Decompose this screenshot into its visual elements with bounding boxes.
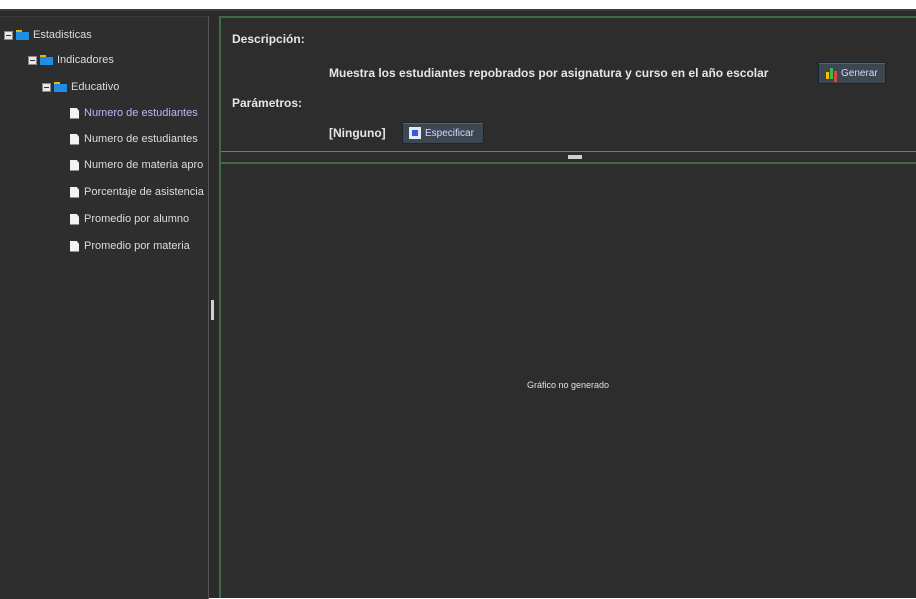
generate-button[interactable]: Generar [818,62,886,84]
tree-report-item[interactable]: Numero de estudiantes [70,129,198,149]
parameters-label: Parámetros: [232,96,303,110]
tree-report-label: Porcentaje de asistencia [84,186,204,198]
tree-report-item[interactable]: Numero de materia apro [70,155,203,175]
edit-icon [409,127,421,139]
tree-report-item[interactable]: Porcentaje de asistencia [70,182,204,202]
tree-report-item[interactable]: Promedio por materia [70,236,190,256]
tree-node-label: Indicadores [57,54,114,66]
specify-button-label: Especificar [425,127,474,139]
horizontal-splitter-handle[interactable] [568,155,582,159]
tree-report-label: Numero de materia apro [84,159,204,171]
report-tree-panel: Estadisticas Indicadores Educativo Numer… [0,16,209,599]
generate-button-label: Generar [841,67,878,79]
tree-report-label: Promedio por alumno [84,213,190,225]
tree-report-label: Promedio por materia [84,240,190,252]
tree-node-indicadores[interactable]: Indicadores [28,50,114,70]
description-label: Descripción: [232,32,305,46]
file-icon [70,159,79,171]
tree-node-label: Estadisticas [33,29,92,41]
collapse-icon[interactable] [42,82,51,92]
folder-icon [54,82,67,92]
tree-report-label: Numero de estudiantes [84,133,198,145]
splitter-grip-handle[interactable] [211,300,214,320]
collapse-icon[interactable] [4,30,13,40]
tree-report-label: Numero de estudiantes [84,107,198,119]
window-top-edge [0,0,916,11]
chart-icon [825,67,837,79]
report-detail-panel [219,16,916,598]
specify-button[interactable]: Especificar [402,122,484,144]
chart-placeholder-text: Gráfico no generado [526,380,610,390]
collapse-icon[interactable] [28,55,37,65]
tree-report-item[interactable]: Promedio por alumno [70,209,189,229]
parameters-value: [Ninguno] [329,126,386,140]
file-icon [70,107,79,119]
tree-node-label: Educativo [71,81,120,93]
section-divider [221,151,916,152]
tree-node-educativo[interactable]: Educativo [42,77,119,97]
description-text: Muestra los estudiantes repobrados por a… [329,66,769,80]
tree-report-item[interactable]: Numero de estudiantes [70,103,198,123]
file-icon [70,240,79,252]
folder-icon [40,55,53,65]
folder-icon [16,30,29,40]
chart-area-border [221,162,916,164]
file-icon [70,133,79,145]
tree-node-estadisticas[interactable]: Estadisticas [4,25,92,45]
file-icon [70,213,79,225]
file-icon [70,186,79,198]
